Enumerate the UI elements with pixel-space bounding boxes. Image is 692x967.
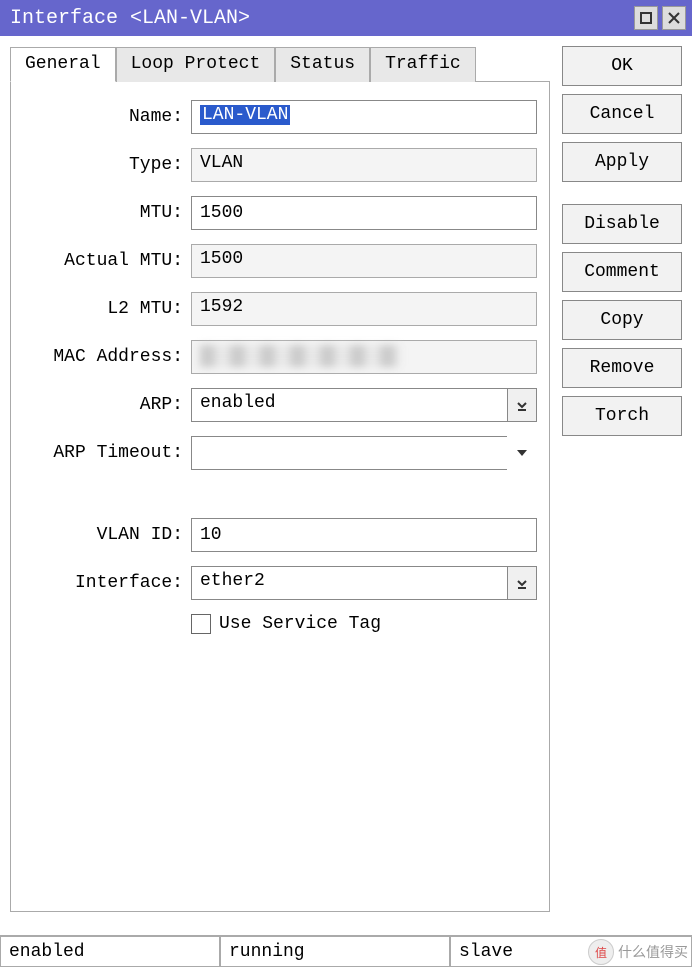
tab-content: Name: LAN-VLAN Type: VLAN MTU: Actual MT…	[10, 82, 550, 912]
use-service-tag-label: Use Service Tag	[219, 614, 381, 634]
chevron-down-icon	[516, 399, 528, 411]
mac-redacted	[200, 345, 400, 367]
remove-button[interactable]: Remove	[562, 348, 682, 388]
tab-bar: General Loop Protect Status Traffic	[10, 46, 550, 82]
tab-traffic[interactable]: Traffic	[370, 47, 476, 82]
mtu-input[interactable]	[191, 196, 537, 230]
arp-timeout-input[interactable]	[191, 436, 508, 470]
mtu-label: MTU:	[23, 203, 183, 223]
mac-label: MAC Address:	[23, 347, 183, 367]
disable-button[interactable]: Disable	[562, 204, 682, 244]
tab-loop-protect[interactable]: Loop Protect	[116, 47, 276, 82]
cancel-button[interactable]: Cancel	[562, 94, 682, 134]
chevron-down-icon	[516, 577, 528, 589]
torch-button[interactable]: Torch	[562, 396, 682, 436]
status-running: running	[220, 936, 450, 967]
type-field: VLAN	[191, 148, 537, 182]
copy-button[interactable]: Copy	[562, 300, 682, 340]
close-icon	[668, 12, 680, 24]
name-input[interactable]: LAN-VLAN	[191, 100, 537, 134]
arp-label: ARP:	[23, 395, 183, 415]
tab-general[interactable]: General	[10, 47, 116, 82]
tab-status[interactable]: Status	[275, 47, 370, 82]
minimize-icon	[640, 12, 652, 24]
window-title: Interface <LAN-VLAN>	[6, 7, 630, 30]
interface-select[interactable]: ether2	[191, 566, 508, 600]
chevron-down-icon	[515, 446, 529, 460]
arp-dropdown-button[interactable]	[507, 388, 537, 422]
vlan-id-label: VLAN ID:	[23, 525, 183, 545]
status-slave: slave	[450, 936, 692, 967]
arp-select[interactable]: enabled	[191, 388, 508, 422]
interface-label: Interface:	[23, 573, 183, 593]
status-enabled: enabled	[0, 936, 220, 967]
l2-mtu-label: L2 MTU:	[23, 299, 183, 319]
close-button[interactable]	[662, 6, 686, 30]
minimize-button[interactable]	[634, 6, 658, 30]
actual-mtu-label: Actual MTU:	[23, 251, 183, 271]
actual-mtu-field: 1500	[191, 244, 537, 278]
status-bar: enabled running slave	[0, 935, 692, 967]
vlan-id-input[interactable]	[191, 518, 537, 552]
apply-button[interactable]: Apply	[562, 142, 682, 182]
side-button-panel: OK Cancel Apply Disable Comment Copy Rem…	[562, 46, 682, 912]
arp-timeout-label: ARP Timeout:	[23, 443, 183, 463]
interface-dropdown-button[interactable]	[507, 566, 537, 600]
comment-button[interactable]: Comment	[562, 252, 682, 292]
ok-button[interactable]: OK	[562, 46, 682, 86]
arp-timeout-dropdown-button[interactable]	[507, 436, 537, 470]
mac-field	[191, 340, 537, 374]
titlebar: Interface <LAN-VLAN>	[0, 0, 692, 36]
l2-mtu-field: 1592	[191, 292, 537, 326]
name-label: Name:	[23, 107, 183, 127]
type-label: Type:	[23, 155, 183, 175]
use-service-tag-checkbox[interactable]	[191, 614, 211, 634]
